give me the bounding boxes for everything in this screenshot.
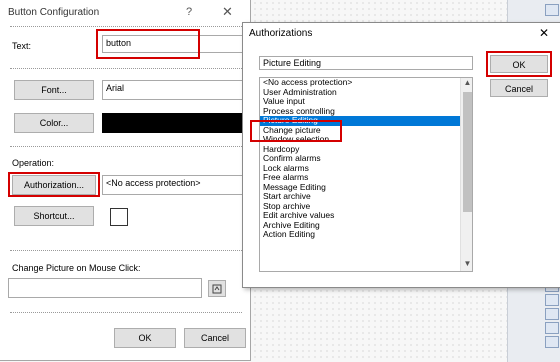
divider — [10, 26, 242, 27]
divider — [10, 250, 242, 251]
dialog-title: Authorizations — [249, 28, 313, 39]
toolbar-icon[interactable] — [545, 4, 559, 16]
text-label: Text: — [12, 41, 32, 51]
color-swatch — [102, 113, 246, 133]
list-scrollbar[interactable]: ▲ ▼ — [460, 78, 472, 271]
color-button[interactable]: Color... — [14, 113, 94, 133]
change-picture-input[interactable] — [8, 278, 202, 298]
close-icon[interactable]: ✕ — [222, 4, 233, 20]
browse-picture-icon[interactable] — [208, 280, 226, 297]
divider — [10, 312, 242, 313]
toolbar-icon[interactable] — [545, 294, 559, 306]
authorization-button[interactable]: Authorization... — [12, 175, 96, 195]
scroll-down-icon[interactable]: ▼ — [461, 259, 472, 271]
button-configuration-dialog: Button Configuration ? ✕ Text: button Fo… — [0, 0, 251, 361]
cancel-button[interactable]: Cancel — [490, 79, 548, 97]
authorization-list[interactable]: <No access protection> User Administratio… — [259, 77, 473, 272]
authorization-display: <No access protection> — [102, 175, 246, 195]
divider — [10, 146, 242, 147]
close-icon[interactable]: ✕ — [539, 26, 549, 40]
toolbar-icon[interactable] — [545, 308, 559, 320]
list-item[interactable]: Action Editing — [260, 229, 472, 240]
selected-authorization-field[interactable]: Picture Editing — [259, 56, 473, 70]
toolbar-icon[interactable] — [545, 336, 559, 348]
font-display: Arial — [102, 80, 246, 100]
ok-button[interactable]: OK — [114, 328, 176, 348]
authorizations-dialog: Authorizations ✕ Picture Editing <No acc… — [242, 22, 560, 288]
divider — [10, 68, 242, 69]
font-button[interactable]: Font... — [14, 80, 94, 100]
dialog-title: Button Configuration — [8, 7, 100, 18]
operation-label: Operation: — [12, 158, 55, 168]
cancel-button[interactable]: Cancel — [184, 328, 246, 348]
change-picture-label: Change Picture on Mouse Click: — [12, 263, 141, 273]
scroll-thumb[interactable] — [463, 92, 472, 212]
toolbar-icon[interactable] — [545, 322, 559, 334]
help-icon[interactable]: ? — [186, 6, 192, 18]
ok-button[interactable]: OK — [490, 55, 548, 73]
shortcut-button[interactable]: Shortcut... — [14, 206, 94, 226]
scroll-up-icon[interactable]: ▲ — [461, 78, 472, 90]
shortcut-display — [110, 208, 128, 226]
text-input[interactable]: button — [102, 35, 246, 53]
